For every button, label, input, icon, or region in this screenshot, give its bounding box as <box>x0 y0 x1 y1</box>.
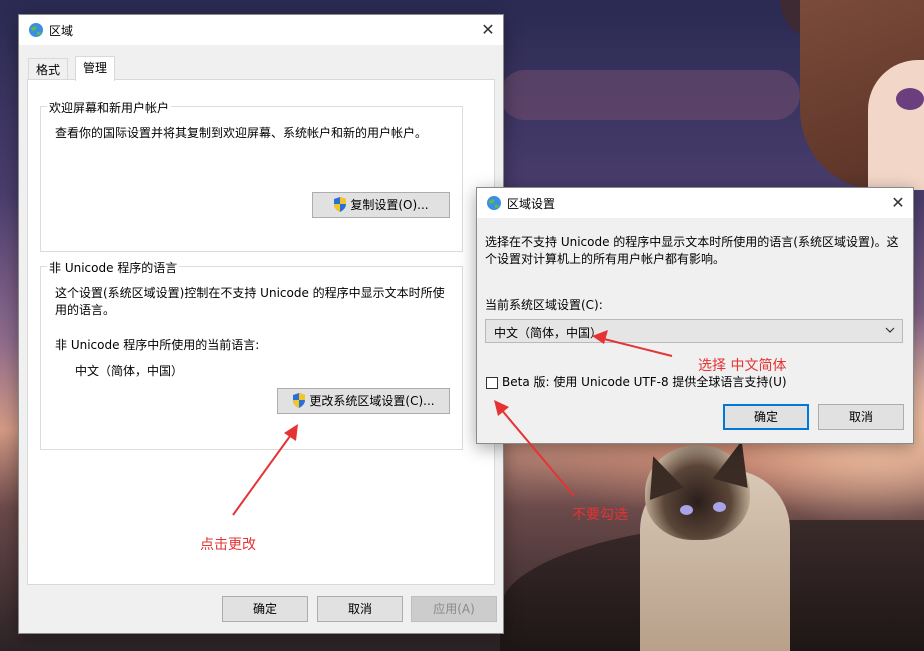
system-locale-select[interactable]: 中文（简体，中国） <box>485 319 903 343</box>
ok-button[interactable]: 确定 <box>222 596 308 622</box>
group-description: 这个设置(系统区域设置)控制在不支持 Unicode 的程序中显示文本时所使 用… <box>55 285 445 319</box>
dialog-ok-button[interactable]: 确定 <box>723 404 809 430</box>
annotation-do-not-check: 不要勾选 <box>572 507 628 523</box>
welcome-screen-group: 欢迎屏幕和新用户帐户 查看你的国际设置并将其复制到欢迎屏幕、系统帐户和新的用户帐… <box>40 99 463 252</box>
tab-label: 管理 <box>83 61 108 75</box>
beta-utf8-label[interactable]: Beta 版: 使用 Unicode UTF-8 提供全球语言支持(U) <box>502 374 787 391</box>
window-title: 区域 <box>49 24 74 38</box>
button-label: 应用(A) <box>433 602 475 616</box>
wallpaper-cloud <box>500 70 800 120</box>
button-label: 确定 <box>753 410 778 424</box>
copy-settings-button[interactable]: 复制设置(O)... <box>312 192 450 218</box>
beta-utf8-checkbox[interactable] <box>486 377 498 389</box>
current-locale-label: 当前系统区域设置(C): <box>485 298 603 312</box>
tab-label: 格式 <box>36 63 61 77</box>
selected-locale: 中文（简体，中国） <box>494 326 603 340</box>
globe-icon <box>29 23 43 37</box>
group-title: 欢迎屏幕和新用户帐户 <box>47 99 172 116</box>
button-label: 确定 <box>252 602 277 616</box>
tab-administrative[interactable]: 管理 <box>75 56 116 81</box>
chevron-down-icon <box>885 327 895 333</box>
uac-shield-icon <box>334 197 347 212</box>
description-line: 个设置对计算机上的所有用户帐户都有影响。 <box>485 252 726 266</box>
button-label: 复制设置(O)... <box>350 198 429 212</box>
dialog-cancel-button[interactable]: 取消 <box>818 404 904 430</box>
close-icon[interactable]: ✕ <box>883 188 913 218</box>
button-label: 取消 <box>848 410 873 424</box>
group-title: 非 Unicode 程序的语言 <box>47 259 180 276</box>
dialog-titlebar[interactable]: 区域设置 ✕ <box>477 188 913 218</box>
description-line: 选择在不支持 Unicode 的程序中显示文本时所使用的语言(系统区域设置)。这 <box>485 235 899 249</box>
current-language-value: 中文（简体，中国） <box>75 364 184 378</box>
tab-format[interactable]: 格式 <box>28 58 69 81</box>
region-settings-dialog: 区域设置 ✕ 选择在不支持 Unicode 的程序中显示文本时所使用的语言(系统… <box>476 187 914 444</box>
description-line: 这个设置(系统区域设置)控制在不支持 Unicode 的程序中显示文本时所使 <box>55 286 445 300</box>
dialog-description: 选择在不支持 Unicode 的程序中显示文本时所使用的语言(系统区域设置)。这… <box>485 234 899 268</box>
region-window: 区域 ✕ 格式 管理 欢迎屏幕和新用户帐户 查看你的国际设置并将其复制到欢迎屏幕… <box>18 14 504 634</box>
wallpaper-cat-eye <box>680 505 693 515</box>
close-icon[interactable]: ✕ <box>473 15 503 45</box>
annotation-select-chinese: 选择 中文简体 <box>698 358 787 374</box>
region-window-titlebar[interactable]: 区域 ✕ <box>19 15 503 45</box>
current-language-label: 非 Unicode 程序中所使用的当前语言: <box>55 338 260 352</box>
apply-button[interactable]: 应用(A) <box>411 596 497 622</box>
cancel-button[interactable]: 取消 <box>317 596 403 622</box>
globe-icon <box>487 196 501 210</box>
uac-shield-icon <box>293 393 306 408</box>
change-system-locale-button[interactable]: 更改系统区域设置(C)... <box>277 388 450 414</box>
dialog-title: 区域设置 <box>507 197 556 211</box>
button-label: 取消 <box>347 602 372 616</box>
button-label: 更改系统区域设置(C)... <box>309 394 435 408</box>
annotation-click-change: 点击更改 <box>200 537 256 553</box>
non-unicode-group: 非 Unicode 程序的语言 这个设置(系统区域设置)控制在不支持 Unico… <box>40 259 463 450</box>
group-description: 查看你的国际设置并将其复制到欢迎屏幕、系统帐户和新的用户帐户。 <box>55 126 428 140</box>
description-line: 用的语言。 <box>55 303 116 317</box>
wallpaper-cat-eye <box>713 502 726 512</box>
tab-panel: 欢迎屏幕和新用户帐户 查看你的国际设置并将其复制到欢迎屏幕、系统帐户和新的用户帐… <box>27 79 495 585</box>
wallpaper-eye <box>896 88 924 110</box>
